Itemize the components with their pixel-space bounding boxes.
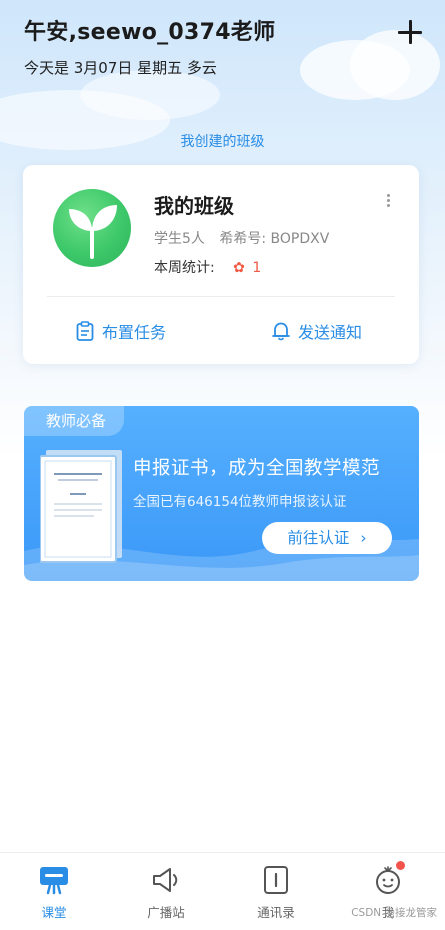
flower-icon: ✿ <box>233 260 245 276</box>
add-class-button[interactable] <box>395 18 425 48</box>
section-title: 我创建的班级 <box>180 134 265 150</box>
date-weather-text: 今天是 3月07日 星期五 多云 <box>24 59 217 77</box>
notification-badge <box>396 861 405 870</box>
go-certify-label: 前往认证 <box>287 529 350 547</box>
student-count: 学生5人 <box>154 231 205 247</box>
more-options-icon[interactable] <box>383 194 393 212</box>
flower-count: 1 <box>252 260 262 276</box>
card-divider <box>47 296 395 297</box>
week-stat-label: 本周统计: <box>154 260 215 276</box>
tab-classroom[interactable]: 课堂 <box>14 863 94 921</box>
bottom-tab-bar: 课堂 广播站 通讯录 我 CSDN @接龙管家 <box>0 852 445 930</box>
send-notice-label: 发送通知 <box>298 323 363 342</box>
banner-title: 申报证书，成为全国教学模范 <box>133 458 381 479</box>
send-notice-button[interactable]: 发送通知 <box>272 319 362 343</box>
banner-subtitle: 全国已有646154位教师申报该认证 <box>133 494 347 510</box>
class-card[interactable]: 我的班级 学生5人 希希号: BOPDXV 本周统计: ✿ 1 布置任务 发送通… <box>23 165 419 364</box>
certification-banner[interactable]: 教师必备 申报证书，成为全国教学模范 全国已有646154位教师申报该认证 前往… <box>24 406 419 581</box>
tab-broadcast[interactable]: 广播站 <box>126 863 206 921</box>
assign-task-button[interactable]: 布置任务 <box>76 319 166 343</box>
tab-classroom-label: 课堂 <box>41 905 67 920</box>
go-certify-button[interactable]: 前往认证 › <box>262 522 392 554</box>
class-avatar <box>53 189 131 267</box>
watermark-text: CSDN @接龙管家 <box>351 907 437 919</box>
bell-icon <box>272 322 290 341</box>
sprout-icon <box>69 205 117 259</box>
tab-broadcast-label: 广播站 <box>147 905 185 920</box>
certificate-icon <box>40 450 122 563</box>
class-name: 我的班级 <box>154 194 234 218</box>
tab-contacts[interactable]: 通讯录 <box>236 863 316 921</box>
week-stat: 本周统计: ✿ 1 <box>154 257 261 277</box>
clipboard-icon <box>76 321 94 341</box>
contacts-icon <box>264 866 288 894</box>
class-meta: 学生5人 希希号: BOPDXV <box>154 228 329 248</box>
classroom-icon <box>40 867 68 895</box>
assign-task-label: 布置任务 <box>102 323 167 342</box>
greeting-text: 午安,seewo_0374老师 <box>24 20 276 45</box>
banner-tag: 教师必备 <box>24 406 125 436</box>
chevron-right-icon: › <box>360 529 367 547</box>
tab-contacts-label: 通讯录 <box>257 905 295 920</box>
header: 午安,seewo_0374老师 今天是 3月07日 星期五 多云 <box>24 18 425 78</box>
class-code: 希希号: BOPDXV <box>219 231 330 247</box>
megaphone-icon <box>153 868 178 892</box>
